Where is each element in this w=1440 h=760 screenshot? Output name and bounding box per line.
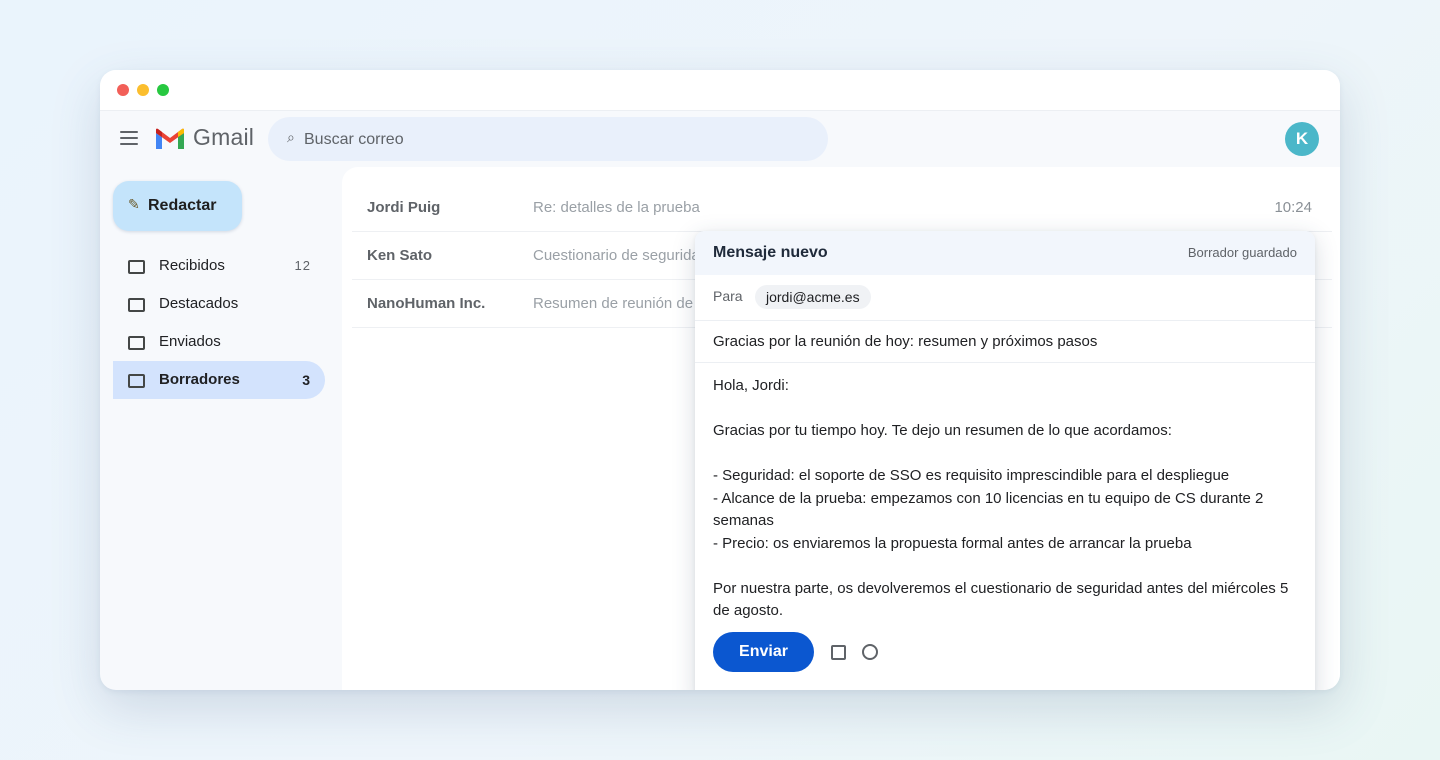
body-line: Hola, Jordi: [713, 377, 789, 394]
mail-subject: Re: detalles de la prueba [533, 199, 700, 216]
mail-sender: NanoHuman Inc. [367, 295, 486, 312]
sidebar-item-count: 12 [294, 258, 311, 273]
app-name: Gmail [193, 124, 255, 150]
attach-icon[interactable] [831, 645, 846, 660]
compose-title: Mensaje nuevo [713, 244, 828, 261]
minimize-window-dot[interactable] [137, 84, 149, 96]
browser-window: Gmail ⌕ K ✎ Redactar Recibidos 12 Destac… [100, 70, 1340, 690]
window-titlebar [100, 70, 1340, 111]
account-avatar[interactable]: K [1285, 122, 1319, 156]
draft-status: Borrador guardado [1187, 245, 1297, 260]
mail-time: 10:24 [1274, 199, 1312, 216]
sidebar-item-label: Borradores [159, 371, 240, 388]
recipient-chip[interactable]: jordi@acme.es [755, 285, 871, 309]
subject-text: Gracias por la reunión de hoy: resumen y… [713, 333, 1098, 350]
sidebar-item-label: Recibidos [159, 257, 225, 274]
starred-icon [128, 298, 145, 312]
maximize-window-dot[interactable] [157, 84, 169, 96]
sidebar-item-label: Destacados [159, 295, 239, 312]
sent-icon [128, 336, 145, 350]
mail-subject: Resumen de reunión de [533, 295, 694, 312]
body-line: - Seguridad: el soporte de SSO es requis… [713, 467, 1230, 484]
mail-row[interactable]: Jordi Puig Re: detalles de la prueba 10:… [352, 184, 1332, 232]
compose-header[interactable]: Mensaje nuevo Borrador guardado [695, 231, 1315, 275]
subject-field[interactable]: Gracias por la reunión de hoy: resumen y… [695, 320, 1315, 363]
search-bar[interactable]: ⌕ [268, 117, 828, 163]
search-icon: ⌕ [287, 129, 295, 145]
sidebar-item-count: 3 [302, 372, 311, 388]
mail-sender: Ken Sato [367, 247, 433, 264]
body-line: Por nuestra parte, os devolveremos el cu… [713, 579, 1293, 620]
body-line: - Alcance de la prueba: empezamos con 10… [713, 489, 1268, 530]
pencil-icon: ✎ [128, 196, 140, 212]
gmail-logo-icon [156, 128, 184, 149]
body-line: Gracias por tu tiempo hoy. Te dejo un re… [713, 422, 1172, 439]
compose-button-label: Redactar [148, 197, 217, 214]
to-label: Para [713, 288, 743, 304]
sidebar-item-label: Enviados [159, 333, 221, 350]
app-header: Gmail ⌕ K [100, 111, 1340, 167]
compose-window: Mensaje nuevo Borrador guardado Para jor… [695, 231, 1315, 690]
sidebar-item-recibidos[interactable]: Recibidos 12 [113, 247, 325, 285]
sidebar-item-destacados[interactable]: Destacados [113, 285, 325, 323]
emoji-icon[interactable] [862, 644, 878, 660]
body-line [713, 398, 1298, 421]
to-field[interactable]: Para jordi@acme.es [695, 275, 1315, 321]
send-button[interactable]: Enviar [713, 632, 814, 672]
body-line [713, 443, 1298, 466]
sidebar-item-enviados[interactable]: Enviados [113, 323, 325, 361]
body-line: - Precio: os enviaremos la propuesta for… [713, 534, 1192, 552]
drafts-icon [128, 374, 145, 388]
search-input[interactable] [302, 117, 806, 163]
sidebar-item-borradores[interactable]: Borradores 3 [113, 361, 325, 399]
main-menu-icon[interactable] [120, 131, 138, 145]
mail-subject: Cuestionario de seguridad [533, 247, 709, 264]
inbox-icon [128, 260, 145, 274]
close-window-dot[interactable] [117, 84, 129, 96]
message-body[interactable]: Hola, Jordi: Gracias por tu tiempo hoy. … [713, 375, 1298, 622]
mail-sender: Jordi Puig [367, 199, 441, 216]
body-line [713, 555, 1298, 578]
compose-button[interactable]: ✎ Redactar [113, 181, 242, 231]
